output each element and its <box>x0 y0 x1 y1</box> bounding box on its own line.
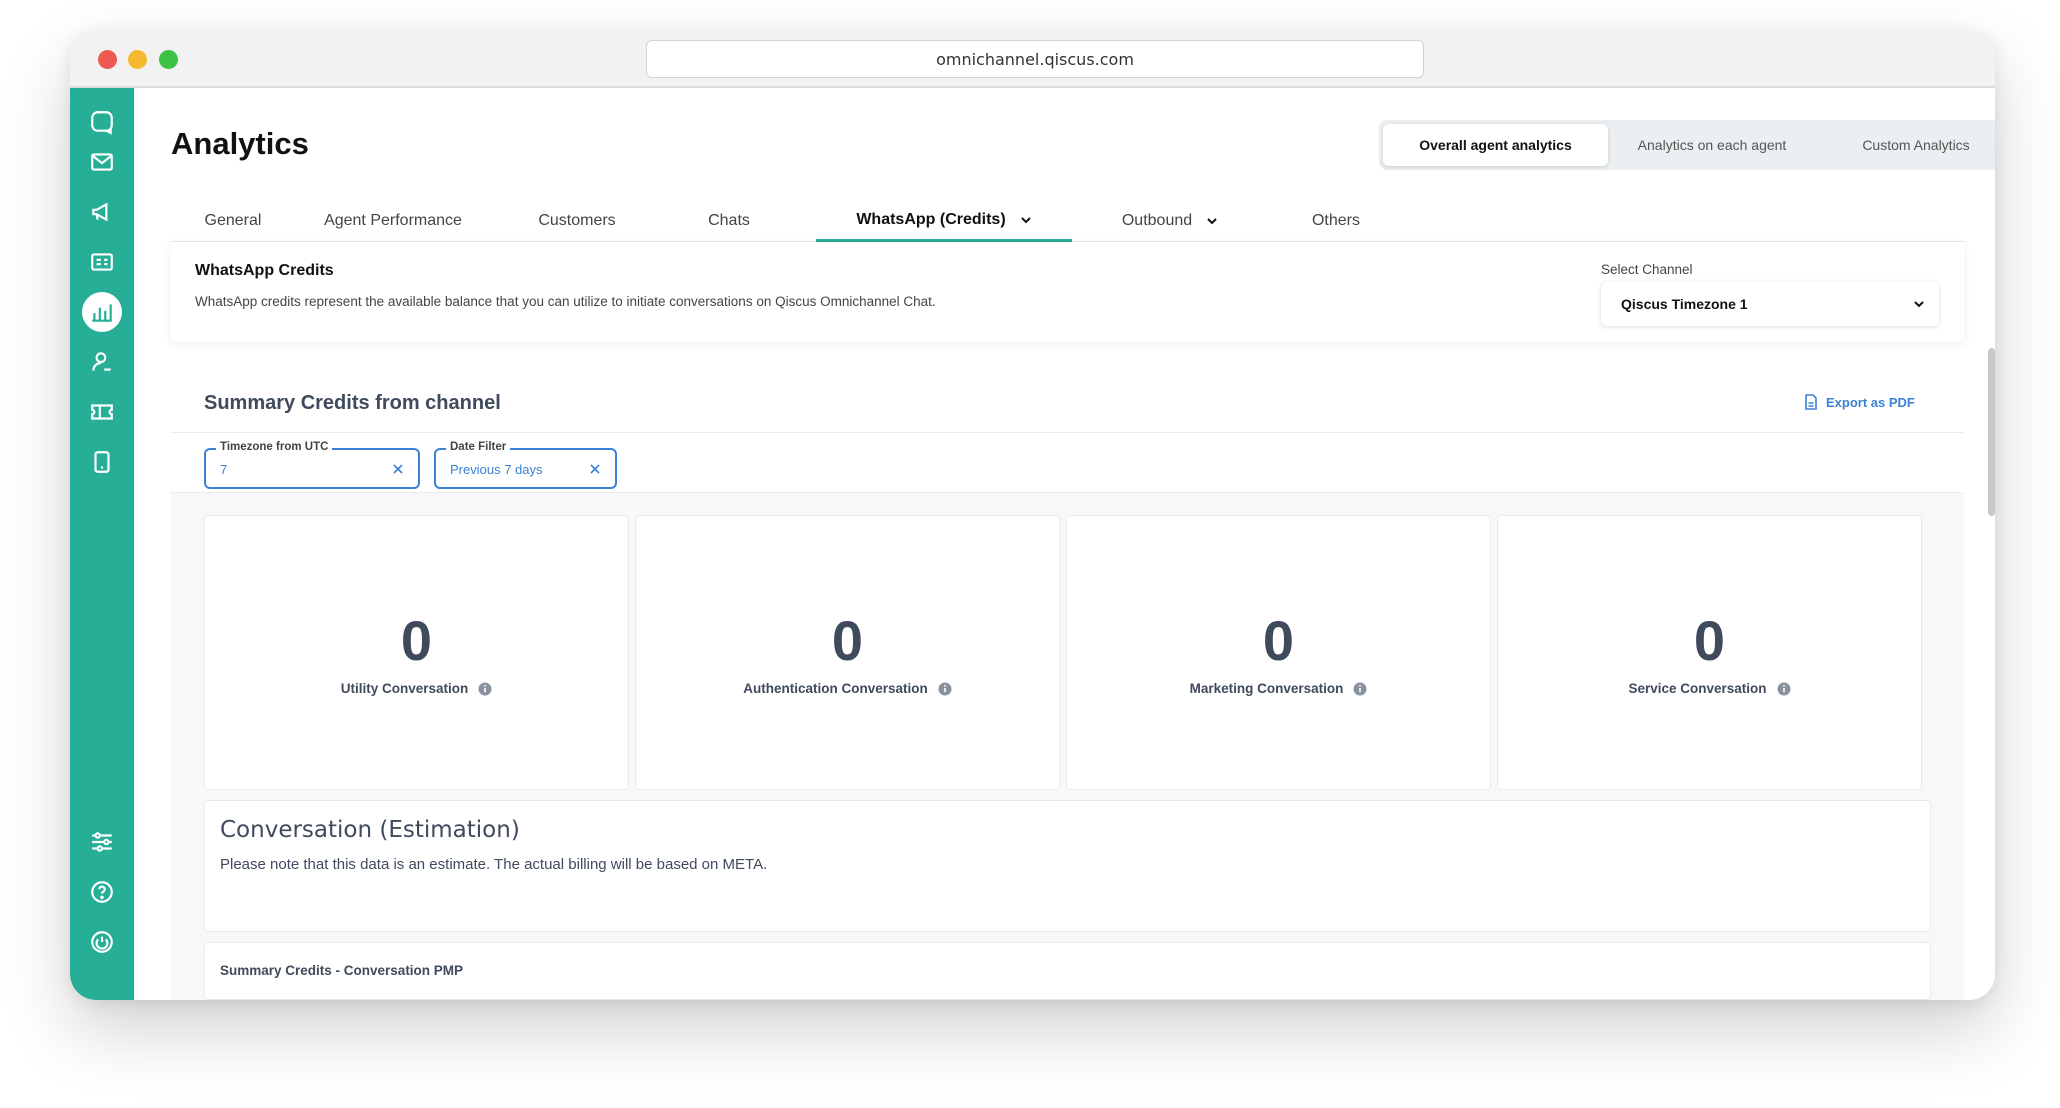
summary-title: Summary Credits from channel <box>204 392 501 414</box>
filter-bar: Timezone from UTC 7 Date Filter Previous… <box>171 433 1964 493</box>
conversation-pmp-card: Summary Credits - Conversation PMP <box>204 942 1931 1000</box>
date-filter[interactable]: Date Filter Previous 7 days <box>434 441 617 489</box>
metric-value: 0 <box>1262 609 1295 672</box>
tab-label: Chats <box>708 212 750 229</box>
close-icon[interactable] <box>589 463 601 475</box>
analytics-view-switcher: Overall agent analytics Analytics on eac… <box>1379 120 1995 170</box>
metric-label: Marketing Conversation <box>1189 681 1344 696</box>
mobile-icon[interactable] <box>78 442 126 482</box>
whatsapp-credits-card: WhatsApp Credits WhatsApp credits repres… <box>171 242 1964 342</box>
sidebar <box>70 88 134 1000</box>
estimation-note: Please note that this data is an estimat… <box>220 856 768 873</box>
ticket-icon[interactable] <box>78 392 126 432</box>
tab-label: Customers <box>538 212 616 229</box>
agent-icon[interactable] <box>78 342 126 382</box>
conversation-estimation-card: Conversation (Estimation) Please note th… <box>204 800 1931 932</box>
main-content: Analytics Overall agent analytics Analyt… <box>134 88 1995 1000</box>
channel-select[interactable]: Qiscus Timezone 1 <box>1601 282 1939 326</box>
tab-label: Others <box>1311 212 1360 229</box>
broadcast-icon[interactable] <box>78 192 126 232</box>
page-title: Analytics <box>171 126 309 161</box>
tab-whatsapp-credits[interactable]: WhatsApp (Credits) <box>816 200 1072 242</box>
info-icon[interactable] <box>1353 682 1367 696</box>
settings-icon[interactable] <box>78 822 126 862</box>
filter-label: Date Filter <box>446 441 511 453</box>
metric-label-row: Authentication Conversation <box>636 681 1059 696</box>
metric-label: Service Conversation <box>1628 681 1767 696</box>
chevron-down-icon <box>1020 216 1031 223</box>
browser-window: omnichannel.qiscus.com Analytics Overall… <box>70 30 1995 1000</box>
tab-chats[interactable]: Chats <box>663 200 795 242</box>
minimize-window-button[interactable] <box>128 50 147 69</box>
tab-customers[interactable]: Customers <box>491 200 663 242</box>
estimation-title: Conversation (Estimation) <box>220 817 520 843</box>
url-bar[interactable]: omnichannel.qiscus.com <box>646 40 1424 78</box>
metric-label: Utility Conversation <box>340 681 469 696</box>
power-icon[interactable] <box>78 922 126 962</box>
metric-label-row: Utility Conversation <box>205 681 628 696</box>
metric-value: 0 <box>400 609 433 672</box>
filter-value: Previous 7 days <box>450 462 543 477</box>
tab-outbound[interactable]: Outbound <box>1096 200 1244 242</box>
filter-label: Timezone from UTC <box>216 441 333 453</box>
inbox-icon[interactable] <box>78 142 126 182</box>
marketing-conversation-card: 0 Marketing Conversation <box>1066 515 1491 790</box>
metric-label-row: Service Conversation <box>1498 681 1921 696</box>
export-pdf-button[interactable]: Export as PDF <box>1804 394 1915 410</box>
close-window-button[interactable] <box>98 50 117 69</box>
analytics-each-agent-button[interactable]: Analytics on each agent <box>1612 124 1812 166</box>
filter-value: 7 <box>220 462 228 477</box>
chevron-down-icon <box>1914 301 1924 308</box>
channel-selected-value: Qiscus Timezone 1 <box>1621 296 1748 312</box>
close-icon[interactable] <box>392 463 404 475</box>
utility-conversation-card: 0 Utility Conversation <box>204 515 629 790</box>
maximize-window-button[interactable] <box>159 50 178 69</box>
tab-label: WhatsApp (Credits) <box>856 210 1006 228</box>
metric-label: Authentication Conversation <box>743 681 928 696</box>
title-bar: omnichannel.qiscus.com <box>70 30 1995 88</box>
summary-header: Summary Credits from channel Export as P… <box>171 358 1964 433</box>
tab-label: Outbound <box>1121 212 1193 229</box>
scrollbar[interactable] <box>1988 348 1995 516</box>
info-icon[interactable] <box>1777 682 1791 696</box>
summary-section: Summary Credits from channel Export as P… <box>171 358 1964 1000</box>
metric-value: 0 <box>831 609 864 672</box>
info-icon[interactable] <box>938 682 952 696</box>
document-icon <box>1805 394 1817 410</box>
chevron-down-icon <box>1207 218 1217 225</box>
authentication-conversation-card: 0 Authentication Conversation <box>635 515 1060 790</box>
tab-label: Agent Performance <box>324 212 462 229</box>
metric-label-row: Marketing Conversation <box>1067 681 1490 696</box>
info-icon[interactable] <box>478 682 492 696</box>
service-conversation-card: 0 Service Conversation <box>1497 515 1922 790</box>
tab-others[interactable]: Others <box>1281 200 1391 242</box>
export-label: Export as PDF <box>1826 394 1915 410</box>
chat-icon[interactable] <box>78 102 126 142</box>
tab-agent-performance[interactable]: Agent Performance <box>295 200 491 242</box>
custom-analytics-button[interactable]: Custom Analytics <box>1816 124 1995 166</box>
analytics-icon[interactable] <box>78 292 126 332</box>
timezone-filter[interactable]: Timezone from UTC 7 <box>204 441 420 489</box>
contacts-icon[interactable] <box>78 242 126 282</box>
credits-description: WhatsApp credits represent the available… <box>195 294 936 309</box>
channel-label: Select Channel <box>1601 262 1693 277</box>
help-icon[interactable] <box>78 872 126 912</box>
overall-agent-analytics-button[interactable]: Overall agent analytics <box>1383 124 1608 166</box>
tab-label: General <box>204 212 262 229</box>
pmp-title: Summary Credits - Conversation PMP <box>220 963 464 978</box>
tab-general[interactable]: General <box>171 200 295 242</box>
metric-value: 0 <box>1693 609 1726 672</box>
credits-title: WhatsApp Credits <box>195 262 334 279</box>
analytics-tabs: General Agent Performance Customers Chat… <box>171 200 1964 242</box>
